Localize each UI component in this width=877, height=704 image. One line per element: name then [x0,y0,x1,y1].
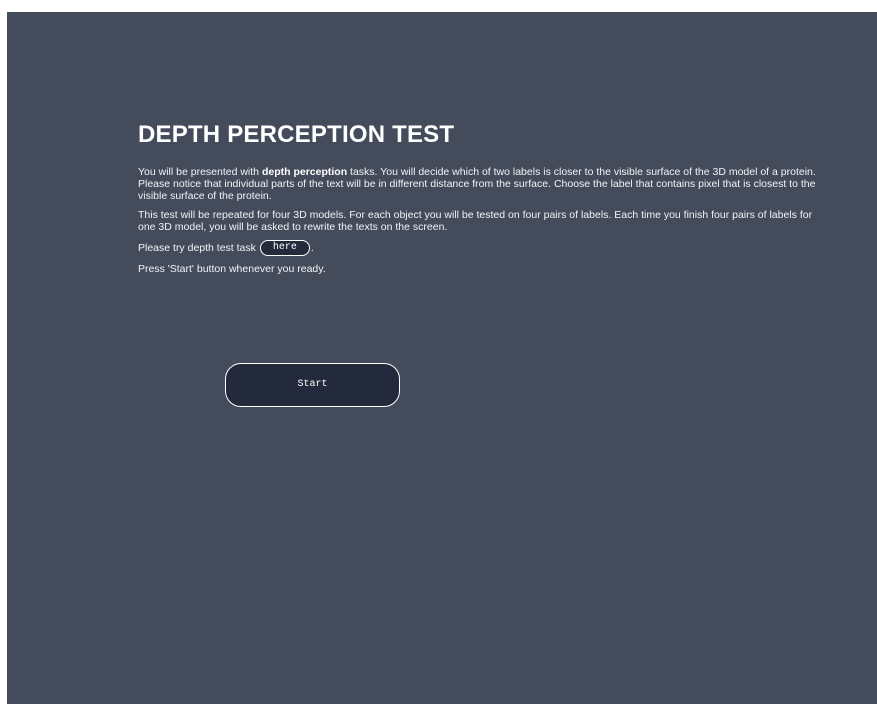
page-title: DEPTH PERCEPTION TEST [138,121,455,148]
instructions-paragraph-4: Press 'Start' button whenever you ready. [138,263,326,275]
start-button[interactable]: Start [225,363,400,407]
p3-text-end: . [310,241,314,254]
p3-text-start: Please try depth test task [138,241,259,254]
instructions-panel: DEPTH PERCEPTION TEST You will be presen… [138,120,818,282]
p1-text-start: You will be presented with [138,166,262,178]
page-container: DEPTH PERCEPTION TEST You will be presen… [7,12,877,704]
instructions-paragraph-1: You will be presented with depth percept… [138,166,818,202]
instructions-paragraph-3: Please try depth test task here. [138,240,818,256]
p1-bold-text: depth perception [261,166,348,178]
instructions-paragraph-2: This test will be repeated for four 3D m… [138,209,813,233]
here-button[interactable]: here [259,240,310,256]
